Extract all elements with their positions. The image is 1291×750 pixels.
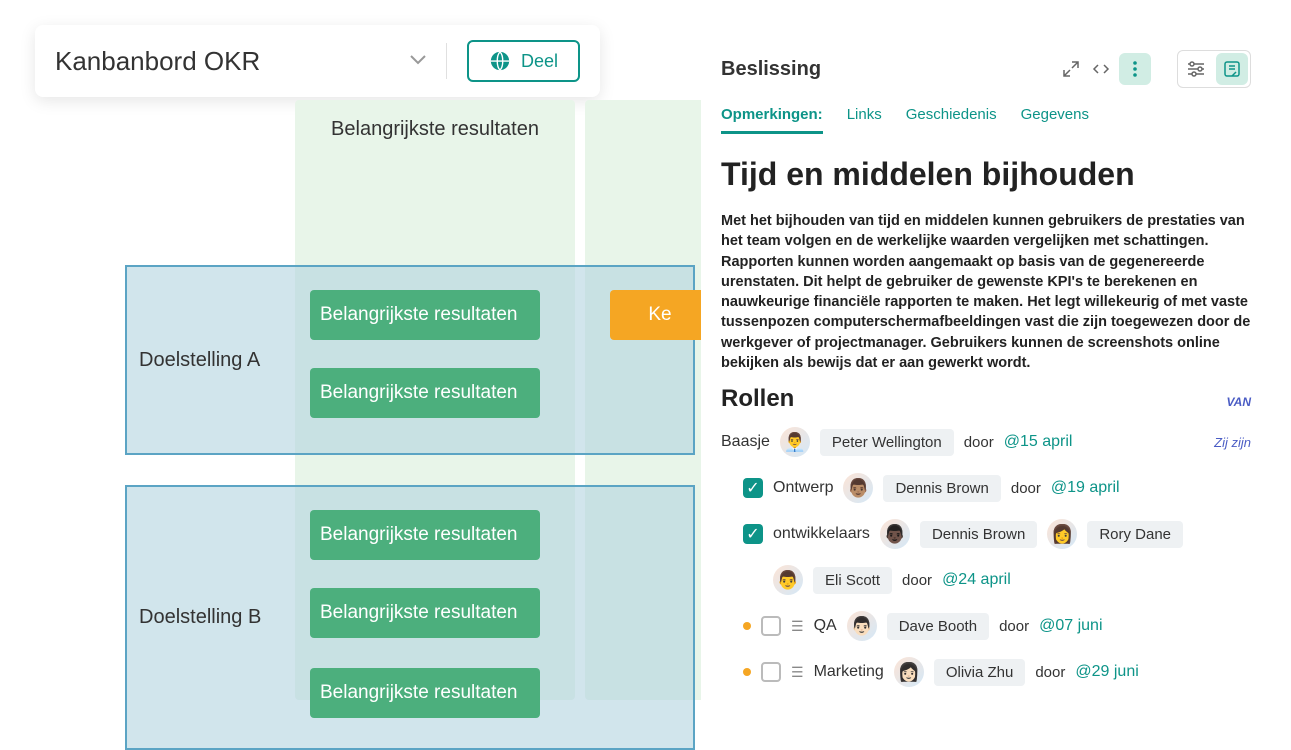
globe-icon (489, 50, 511, 72)
list-icon: ☰ (791, 664, 804, 681)
role-label: Baasje (721, 433, 770, 451)
role-label: Marketing (814, 663, 884, 681)
expand-icon[interactable] (1059, 57, 1083, 81)
avatar[interactable]: 👩 (1047, 519, 1077, 549)
checkbox-checked-icon[interactable]: ✓ (743, 524, 763, 544)
chevron-down-icon[interactable] (410, 52, 426, 70)
divider (446, 43, 447, 79)
role-row-dev-2: 👨 Eli Scott door @24 april (721, 565, 1251, 595)
door-label: door (1035, 664, 1065, 681)
role-row-qa: ☰ QA 👨🏻 Dave Booth door @07 juni (721, 611, 1251, 641)
tab-history[interactable]: Geschiedenis (906, 106, 997, 134)
role-row-dev: ✓ ontwikkelaars 👨🏿 Dennis Brown 👩 Rory D… (721, 519, 1251, 549)
share-button[interactable]: Deel (467, 40, 580, 82)
role-label: Ontwerp (773, 479, 833, 497)
name-chip[interactable]: Dennis Brown (920, 521, 1037, 548)
role-row-marketing: ☰ Marketing 👩🏻 Olivia Zhu door @29 juni (721, 657, 1251, 687)
name-chip[interactable]: Dennis Brown (883, 475, 1000, 502)
role-row-owner: Baasje 👨‍💼 Peter Wellington door @15 apr… (721, 427, 1251, 457)
avatar[interactable]: 👨🏿 (880, 519, 910, 549)
tabs: Opmerkingen: Links Geschiedenis Gegevens (721, 106, 1251, 134)
page-title: Kanbanbord OKR (55, 46, 410, 77)
avatar[interactable]: 👨🏻 (847, 611, 877, 641)
avatar[interactable]: 👨‍💼 (780, 427, 810, 457)
date: @15 april (1004, 433, 1073, 451)
tab-links[interactable]: Links (847, 106, 882, 134)
settings-icon[interactable] (1180, 53, 1212, 85)
door-label: door (964, 434, 994, 451)
avatar[interactable]: 👩🏻 (894, 657, 924, 687)
detail-panel: Beslissing Opmerkingen: Links (701, 40, 1291, 703)
name-chip[interactable]: Olivia Zhu (934, 659, 1026, 686)
content-description: Met het bijhouden van tijd en middelen k… (721, 211, 1251, 373)
role-label: ontwikkelaars (773, 525, 870, 543)
name-chip[interactable]: Rory Dane (1087, 521, 1183, 548)
kr-card[interactable]: Belangrijkste resultaten (310, 368, 540, 418)
lane-label: Doelstelling A (139, 349, 260, 372)
panel-title: Beslissing (721, 58, 1059, 81)
list-icon: ☰ (791, 618, 804, 635)
door-label: door (902, 572, 932, 589)
bullet-icon (743, 622, 751, 630)
avatar[interactable]: 👨🏽 (843, 473, 873, 503)
avatar[interactable]: 👨 (773, 565, 803, 595)
panel-header: Beslissing (721, 50, 1251, 88)
more-icon[interactable] (1119, 53, 1151, 85)
tab-comments[interactable]: Opmerkingen: (721, 106, 823, 134)
checkbox-empty-icon[interactable] (761, 662, 781, 682)
kr-card[interactable]: Belangrijkste resultaten (310, 290, 540, 340)
edit-icon[interactable] (1216, 53, 1248, 85)
view-toggle-group (1177, 50, 1251, 88)
tab-data[interactable]: Gegevens (1021, 106, 1089, 134)
date: @24 april (942, 571, 1011, 589)
column-header: Belangrijkste resultaten (295, 100, 575, 159)
name-chip[interactable]: Peter Wellington (820, 429, 954, 456)
checkbox-checked-icon[interactable]: ✓ (743, 478, 763, 498)
share-label: Deel (521, 51, 558, 72)
orange-card[interactable]: Ke (610, 290, 710, 340)
date: @07 juni (1039, 617, 1102, 635)
date: @19 april (1051, 479, 1120, 497)
van-label: VAN (1227, 395, 1251, 409)
role-label: QA (814, 617, 837, 635)
roles-title: Rollen (721, 385, 794, 413)
name-chip[interactable]: Dave Booth (887, 613, 989, 640)
roles-header: Rollen VAN (721, 385, 1251, 413)
zij-label: Zij zijn (1214, 435, 1251, 450)
kr-card[interactable]: Belangrijkste resultaten (310, 668, 540, 718)
lane-label: Doelstelling B (139, 606, 261, 629)
door-label: door (999, 618, 1029, 635)
checkbox-empty-icon[interactable] (761, 616, 781, 636)
name-chip[interactable]: Eli Scott (813, 567, 892, 594)
header-card: Kanbanbord OKR Deel (35, 25, 600, 97)
bullet-icon (743, 668, 751, 676)
door-label: door (1011, 480, 1041, 497)
content-title: Tijd en middelen bijhouden (721, 156, 1251, 193)
code-icon[interactable] (1089, 57, 1113, 81)
date: @29 juni (1075, 663, 1138, 681)
kr-card[interactable]: Belangrijkste resultaten (310, 510, 540, 560)
kr-card[interactable]: Belangrijkste resultaten (310, 588, 540, 638)
role-row-design: ✓ Ontwerp 👨🏽 Dennis Brown door @19 april (721, 473, 1251, 503)
panel-toolbar (1059, 50, 1251, 88)
